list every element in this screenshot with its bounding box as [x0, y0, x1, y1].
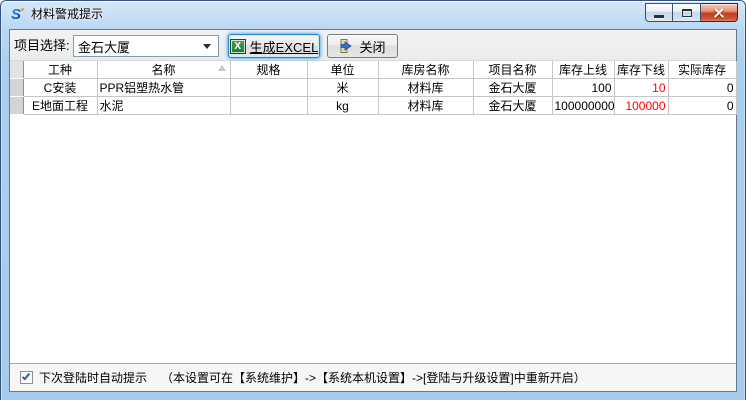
- generate-excel-button[interactable]: X 生成EXCEL: [228, 34, 320, 58]
- chevron-down-icon[interactable]: [203, 44, 211, 49]
- cell-stock-lower[interactable]: 10: [614, 79, 668, 97]
- column-header-unit[interactable]: 单位: [307, 61, 378, 79]
- cell-warehouse[interactable]: 材料库: [378, 97, 473, 115]
- close-window-button[interactable]: [701, 3, 738, 22]
- cell-actual-stock[interactable]: 0: [668, 79, 736, 97]
- project-select-label: 项目选择:: [14, 30, 70, 61]
- checkmark-icon: [22, 372, 30, 381]
- cell-unit[interactable]: 米: [307, 79, 378, 97]
- generate-excel-label: 生成EXCEL: [250, 37, 319, 56]
- column-header-stock-upper[interactable]: 库存上线: [552, 61, 614, 79]
- cell-actual-stock[interactable]: 0: [668, 97, 736, 115]
- cell-warehouse[interactable]: 材料库: [378, 79, 473, 97]
- column-header-actual-stock[interactable]: 实际库存: [668, 61, 736, 79]
- titlebar[interactable]: S 材料警戒提示: [1, 1, 745, 29]
- column-header-worktype[interactable]: 工种: [23, 61, 97, 79]
- cell-name[interactable]: 水泥: [97, 97, 230, 115]
- cell-project[interactable]: 金石大厦: [473, 79, 552, 97]
- cell-name[interactable]: PPR铝塑热水管: [97, 79, 230, 97]
- maximize-icon: [682, 9, 692, 17]
- column-header-name[interactable]: 名称: [97, 61, 230, 79]
- cell-spec[interactable]: [230, 97, 307, 115]
- settings-hint-text: （本设置可在【系统维护】->【系统本机设置】->[登陆与升级设置]中重新开启）: [161, 369, 586, 386]
- cell-spec[interactable]: [230, 79, 307, 97]
- column-header-stock-lower[interactable]: 库存下线: [614, 61, 668, 79]
- auto-prompt-checkbox[interactable]: [20, 371, 33, 384]
- table-row[interactable]: E地面工程 水泥 kg 材料库 金石大厦 1000000000 100000 0: [10, 97, 736, 115]
- column-header-warehouse[interactable]: 库房名称: [378, 61, 473, 79]
- column-header-spec[interactable]: 规格: [230, 61, 307, 79]
- window-controls: [645, 3, 738, 22]
- maximize-button[interactable]: [673, 3, 701, 22]
- dialog-content: 项目选择: 金石大厦 X 生成EXCEL 关闭: [9, 29, 737, 392]
- auto-prompt-label[interactable]: 下次登陆时自动提示: [39, 369, 147, 386]
- grid-header-row: 工种 名称 规格 单位 库房名称 项目名称 库存上线 库存下线 实际库存: [10, 61, 736, 79]
- row-indicator[interactable]: [10, 79, 23, 97]
- table-row[interactable]: C安装 PPR铝塑热水管 米 材料库 金石大厦 100 10 0: [10, 79, 736, 97]
- close-dialog-label: 关闭: [359, 37, 385, 56]
- project-select-combobox[interactable]: 金石大厦: [73, 35, 219, 57]
- svg-text:S: S: [11, 6, 21, 22]
- cell-worktype[interactable]: E地面工程: [23, 97, 97, 115]
- window-title: 材料警戒提示: [31, 1, 103, 27]
- cell-stock-upper[interactable]: 100: [552, 79, 614, 97]
- close-icon: [713, 7, 725, 19]
- excel-icon: X: [230, 39, 246, 54]
- row-indicator[interactable]: [10, 97, 23, 115]
- toolbar: 项目选择: 金石大厦 X 生成EXCEL 关闭: [10, 30, 736, 61]
- app-logo-icon: S: [9, 6, 26, 22]
- exit-door-icon: [339, 38, 355, 54]
- minimize-icon: [654, 15, 664, 18]
- minimize-button[interactable]: [645, 3, 673, 22]
- column-header-project[interactable]: 项目名称: [473, 61, 552, 79]
- material-alert-grid: 工种 名称 规格 单位 库房名称 项目名称 库存上线 库存下线 实际库存 C安装…: [10, 61, 737, 115]
- sort-ascending-icon: [218, 65, 226, 71]
- dialog-window: S 材料警戒提示 项目选择: 金石大厦 X 生成EXCEL: [0, 0, 746, 400]
- grid-corner-cell: [10, 61, 23, 79]
- project-select-value: 金石大厦: [74, 37, 203, 56]
- footer-bar: 下次登陆时自动提示 （本设置可在【系统维护】->【系统本机设置】->[登陆与升级…: [10, 363, 736, 391]
- cell-project[interactable]: 金石大厦: [473, 97, 552, 115]
- cell-worktype[interactable]: C安装: [23, 79, 97, 97]
- cell-stock-upper[interactable]: 1000000000: [552, 97, 614, 115]
- cell-stock-lower[interactable]: 100000: [614, 97, 668, 115]
- cell-unit[interactable]: kg: [307, 97, 378, 115]
- close-dialog-button[interactable]: 关闭: [327, 34, 398, 58]
